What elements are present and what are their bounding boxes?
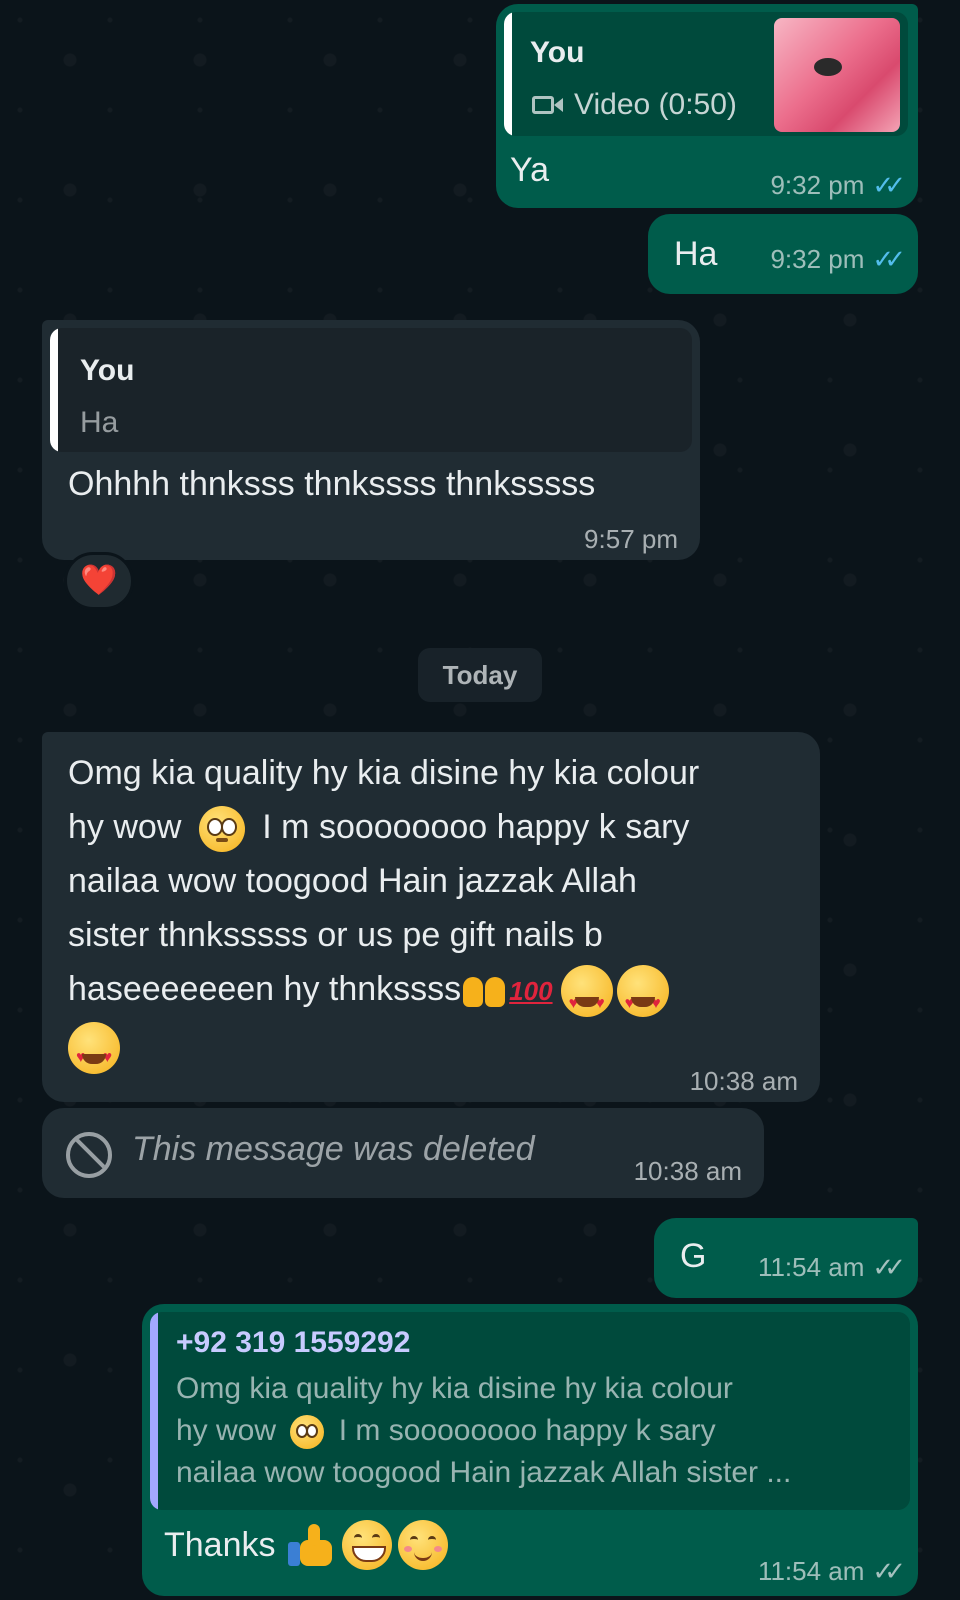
message-meta: 9:32 pm ✓✓ xyxy=(770,244,905,275)
message-meta: 9:57 pm xyxy=(584,524,678,555)
quote-line-group: hy wow I m soooooooo happy k sary xyxy=(176,1410,791,1452)
message-text: Ya xyxy=(510,151,550,189)
message-line: hy wow xyxy=(68,808,182,846)
quote-line: nailaa wow toogood Hain jazzak Allah sis… xyxy=(176,1456,792,1489)
emoji-hand-right xyxy=(485,977,506,1008)
message-line: haseeeeeeen hy thnkssss xyxy=(68,970,462,1008)
video-thumbnail[interactable] xyxy=(774,18,900,132)
double-check-sent-icon: ✓✓ xyxy=(872,1252,905,1282)
double-check-read-icon: ✓✓ xyxy=(872,170,905,200)
message-meta: 11:54 am ✓✓ xyxy=(757,1556,906,1587)
message-bubble-outgoing[interactable]: +92 319 1559292 Omg kia quality hy kia d… xyxy=(142,1304,918,1596)
message-bubble-incoming[interactable]: You Ha Ohhhh thnksss thnkssss thnksssss … xyxy=(42,320,700,560)
message-bubble-outgoing[interactable]: G 11:54 am ✓✓ xyxy=(654,1218,918,1298)
thumbnail-nail-detail xyxy=(814,58,842,76)
quote-text-block: Omg kia quality hy kia disine hy kia col… xyxy=(176,1368,791,1494)
grinning-face-emoji-icon xyxy=(341,1520,392,1570)
emoji-teeth xyxy=(351,1546,386,1562)
emoji-heart-eye: ♥ xyxy=(595,995,605,1013)
quote-video-label: Video (0:50) xyxy=(574,88,737,121)
emoji-blush xyxy=(433,1546,442,1552)
message-text: G xyxy=(680,1237,707,1275)
message-meta: 10:38 am xyxy=(690,1066,798,1097)
message-time: 10:38 am xyxy=(633,1156,742,1186)
message-meta: 10:38 am xyxy=(634,1156,742,1187)
emoji-heart-eye: ♥ xyxy=(651,995,661,1013)
message-bubble-outgoing[interactable]: You Video (0:50) Ya 9:32 pm ✓✓ xyxy=(496,4,918,208)
hundred-points-emoji-icon: 100 xyxy=(509,976,553,1007)
emoji-eye-left xyxy=(409,1536,418,1544)
message-time: 10:38 am xyxy=(689,1066,798,1096)
emoji-heart-eye: ♥ xyxy=(568,995,579,1013)
video-camera-icon xyxy=(532,96,554,114)
message-text: Ha xyxy=(674,235,718,273)
message-bubble-outgoing[interactable]: Ha 9:32 pm ✓✓ xyxy=(648,214,918,294)
smiling-face-emoji-icon xyxy=(397,1520,448,1570)
quote-author: +92 319 1559292 xyxy=(176,1326,411,1359)
quoted-message[interactable]: +92 319 1559292 Omg kia quality hy kia d… xyxy=(150,1312,910,1510)
date-divider: Today xyxy=(418,648,542,702)
message-bubble-incoming[interactable]: Omg kia quality hy kia disine hy kia col… xyxy=(42,732,820,1102)
quote-accent-bar xyxy=(150,1312,158,1510)
heart-reaction-icon: ❤️ xyxy=(80,564,118,597)
thumbs-up-emoji-icon xyxy=(287,1522,336,1568)
emoji-mouth xyxy=(215,838,228,843)
message-time: 9:57 pm xyxy=(584,524,678,554)
double-check-read-icon: ✓✓ xyxy=(872,244,905,274)
quote-line: hy wow xyxy=(176,1414,277,1447)
emoji-heart-eye: ♥ xyxy=(624,995,635,1013)
message-meta: 11:54 am ✓✓ xyxy=(757,1252,906,1283)
message-bubble-deleted[interactable]: This message was deleted 10:38 am xyxy=(42,1108,764,1198)
message-line: sister thnksssss or us pe gift nails b xyxy=(68,916,603,954)
message-line: nailaa wow toogood Hain jazzak Allah xyxy=(68,862,637,900)
heart-eyes-emoji-icon: ♥ ♥ xyxy=(616,965,669,1018)
heart-eyes-emoji-icon: ♥ ♥ xyxy=(68,1022,120,1075)
video-camera-lens-icon xyxy=(554,98,563,112)
message-text: Thanks xyxy=(164,1526,276,1564)
quote-line: I m soooooooo happy k sary xyxy=(338,1414,716,1447)
emoji-hand-left xyxy=(463,977,484,1008)
emoji-eye-left xyxy=(353,1534,362,1542)
ban-slash xyxy=(73,1136,108,1174)
message-text: Omg kia quality hy kia disine hy kia col… xyxy=(68,746,808,1076)
quote-accent-bar xyxy=(504,12,512,136)
thumb-cuff xyxy=(287,1542,300,1566)
reaction-badge[interactable]: ❤️ xyxy=(64,552,134,610)
raising-hands-emoji-icon xyxy=(461,969,507,1013)
message-text-group: Thanks xyxy=(164,1518,448,1572)
emoji-eye-right xyxy=(306,1424,319,1439)
quoted-video-message[interactable]: You Video (0:50) xyxy=(504,12,908,136)
date-divider-label: Today xyxy=(442,659,518,690)
emoji-blush xyxy=(403,1546,412,1552)
deleted-message-text: This message was deleted xyxy=(132,1130,535,1168)
quoted-message[interactable]: You Ha xyxy=(50,328,692,452)
emoji-mouth xyxy=(413,1550,432,1561)
emoji-eye-right xyxy=(371,1534,380,1542)
message-meta: 9:32 pm ✓✓ xyxy=(770,170,905,201)
flushed-face-emoji-icon xyxy=(198,806,245,853)
message-time: 11:54 am xyxy=(757,1556,865,1586)
message-time: 11:54 am xyxy=(757,1252,865,1282)
quote-author: You xyxy=(80,354,135,387)
emoji-eye-right xyxy=(220,818,237,837)
message-text: Ohhhh thnksss thnkssss thnksssss xyxy=(68,465,596,503)
message-line: Omg kia quality hy kia disine hy kia col… xyxy=(68,754,700,792)
message-time: 9:32 pm xyxy=(770,170,865,200)
heart-eyes-emoji-icon: ♥ ♥ xyxy=(560,965,613,1018)
message-line-group: hy wow I m soooooooo happy k sary xyxy=(68,800,808,854)
quote-author: You xyxy=(530,36,585,69)
quote-line: Omg kia quality hy kia disine hy kia col… xyxy=(176,1372,733,1405)
quote-accent-bar xyxy=(50,328,58,452)
message-time: 9:32 pm xyxy=(770,244,865,274)
message-line: I m soooooooo happy k sary xyxy=(262,808,690,846)
thumb-finger xyxy=(307,1524,320,1546)
double-check-sent-icon: ✓✓ xyxy=(872,1556,905,1586)
deleted-ban-icon xyxy=(66,1132,112,1178)
flushed-face-emoji-icon xyxy=(290,1415,325,1450)
emoji-eye-right xyxy=(427,1536,436,1544)
quote-text: Ha xyxy=(80,406,119,439)
message-line-group: haseeeeeeen hy thnkssss 100 ♥ ♥ ♥ ♥ xyxy=(68,962,808,1022)
